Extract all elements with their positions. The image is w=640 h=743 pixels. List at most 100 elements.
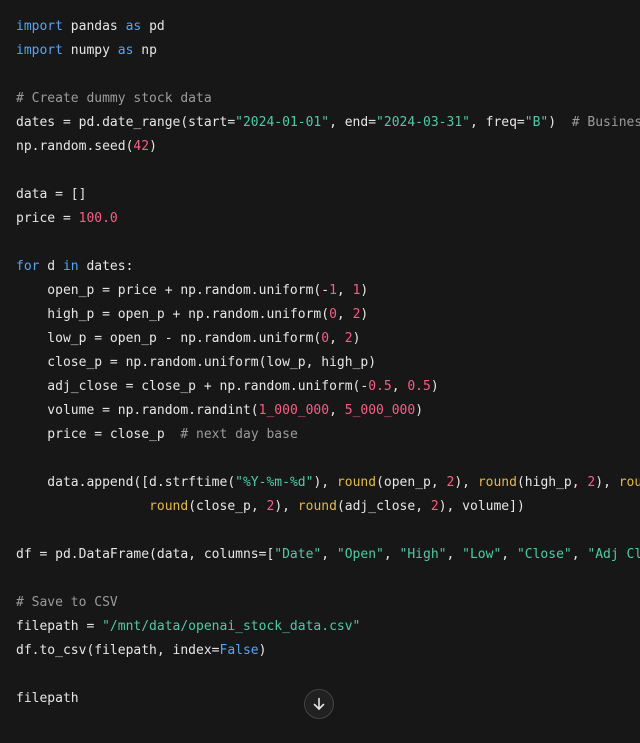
code-line: df = pd.DataFrame(data, columns=["Date",…	[16, 543, 640, 567]
code-token: 2	[430, 499, 439, 514]
code-token: 0.5	[407, 379, 431, 394]
code-token: , end=	[329, 115, 377, 130]
code-line: data.append([d.strftime("%Y-%m-%d"), rou…	[16, 471, 640, 495]
code-token: in	[62, 259, 79, 274]
code-line: adj_close = close_p + np.random.uniform(…	[16, 375, 439, 399]
code-token: np.random.seed(	[16, 139, 134, 154]
code-token: 5_000_000	[344, 403, 416, 418]
code-token: 0	[329, 307, 337, 322]
code-line: df.to_csv(filepath, index=False)	[16, 639, 266, 663]
code-line: import numpy as np	[16, 39, 157, 63]
code-token: ,	[501, 547, 517, 562]
code-token: ,	[329, 403, 345, 418]
code-token: ,	[336, 307, 353, 322]
code-token: "/mnt/data/openai_stock_data.csv"	[102, 619, 361, 634]
code-token: "%Y-%m-%d"	[235, 475, 314, 490]
code-line: # Save to CSV	[16, 591, 118, 615]
code-token: ,	[383, 547, 400, 562]
code-line: import pandas as pd	[16, 15, 165, 39]
code-token: ,	[391, 379, 408, 394]
code-token: low_p = open_p - np.random.uniform(	[16, 331, 322, 346]
code-token: round	[297, 499, 337, 514]
code-token: numpy	[62, 43, 118, 58]
code-line: high_p = open_p + np.random.uniform(0, 2…	[16, 303, 368, 327]
code-token: 2	[344, 331, 353, 346]
code-token: data.append([d.strftime(	[16, 475, 236, 490]
code-line: # Create dummy stock data	[16, 87, 212, 111]
code-line: close_p = np.random.uniform(low_p, high_…	[16, 351, 376, 375]
code-token: filepath =	[16, 619, 103, 634]
code-token: np	[133, 43, 157, 58]
code-token: ,	[329, 331, 345, 346]
code-token: "Low"	[462, 547, 502, 562]
code-token: "Open"	[336, 547, 384, 562]
code-line: for d in dates:	[16, 255, 133, 279]
code-line: open_p = price + np.random.uniform(-1, 1…	[16, 279, 368, 303]
code-block: import pandas as pd import numpy as np # C…	[0, 0, 640, 743]
code-token: 1	[329, 283, 337, 298]
code-line: volume = np.random.randint(1_000_000, 5_…	[16, 399, 423, 423]
code-token: close_p = np.random.uniform(low_p, high_…	[16, 355, 377, 370]
code-token: d	[39, 259, 63, 274]
code-token: ), volume])	[438, 499, 525, 514]
code-token: # Business	[571, 115, 640, 130]
code-token: df.to_csv(filepath, index=	[16, 643, 220, 658]
code-token: as	[117, 43, 134, 58]
code-token: # Save to CSV	[16, 595, 118, 610]
code-token: 0	[321, 331, 330, 346]
code-token: price = close_p	[16, 427, 181, 442]
code-token: import	[16, 43, 63, 58]
code-token: "High"	[399, 547, 447, 562]
scroll-down-button[interactable]	[304, 689, 334, 719]
code-token: ,	[321, 547, 337, 562]
code-token: data = []	[16, 187, 87, 202]
code-line: np.random.seed(42)	[16, 135, 157, 159]
code-token: ),	[454, 475, 478, 490]
code-token: ),	[274, 499, 298, 514]
code-token: "Close"	[516, 547, 572, 562]
code-token: roun	[618, 475, 640, 490]
code-token: # Create dummy stock data	[16, 91, 212, 106]
code-token: import	[16, 19, 63, 34]
code-token: 0.5	[368, 379, 392, 394]
code-line: filepath	[16, 687, 79, 711]
code-token: ,	[571, 547, 588, 562]
code-token: ,	[336, 283, 353, 298]
code-token: 100.0	[78, 211, 118, 226]
code-token: (high_p,	[516, 475, 588, 490]
code-line: round(close_p, 2), round(adj_close, 2), …	[16, 495, 525, 519]
code-token: round	[477, 475, 517, 490]
code-token: ,	[446, 547, 463, 562]
code-token: "2024-03-31"	[376, 115, 470, 130]
code-token: , freq=	[469, 115, 525, 130]
code-token: "Adj Clo	[587, 547, 640, 562]
code-token: )	[352, 331, 361, 346]
code-line: price = 100.0	[16, 207, 118, 231]
code-token: pd	[141, 19, 165, 34]
code-token: filepath	[16, 691, 79, 706]
code-line: price = close_p # next day base	[16, 423, 297, 447]
code-token: df = pd.DataFrame(data, columns=[	[16, 547, 275, 562]
code-line: data = []	[16, 183, 86, 207]
arrow-down-icon	[311, 696, 327, 712]
code-token: )	[360, 283, 369, 298]
code-token: pandas	[62, 19, 126, 34]
code-token: (close_p,	[188, 499, 267, 514]
code-token: )	[548, 115, 572, 130]
code-line: filepath = "/mnt/data/openai_stock_data.…	[16, 615, 360, 639]
code-line: low_p = open_p - np.random.uniform(0, 2)	[16, 327, 360, 351]
code-token: ),	[595, 475, 619, 490]
code-token: 42	[133, 139, 150, 154]
code-token: ),	[313, 475, 337, 490]
code-token: round	[336, 475, 377, 490]
code-token: 1_000_000	[258, 403, 330, 418]
code-token: volume = np.random.randint(	[16, 403, 259, 418]
code-token: as	[125, 19, 142, 34]
code-token: price =	[16, 211, 79, 226]
code-token: dates:	[78, 259, 134, 274]
code-token: high_p = open_p + np.random.uniform(	[16, 307, 330, 322]
code-token: dates = pd.date_range(start=	[16, 115, 236, 130]
code-token: )	[430, 379, 439, 394]
code-token: False	[219, 643, 259, 658]
